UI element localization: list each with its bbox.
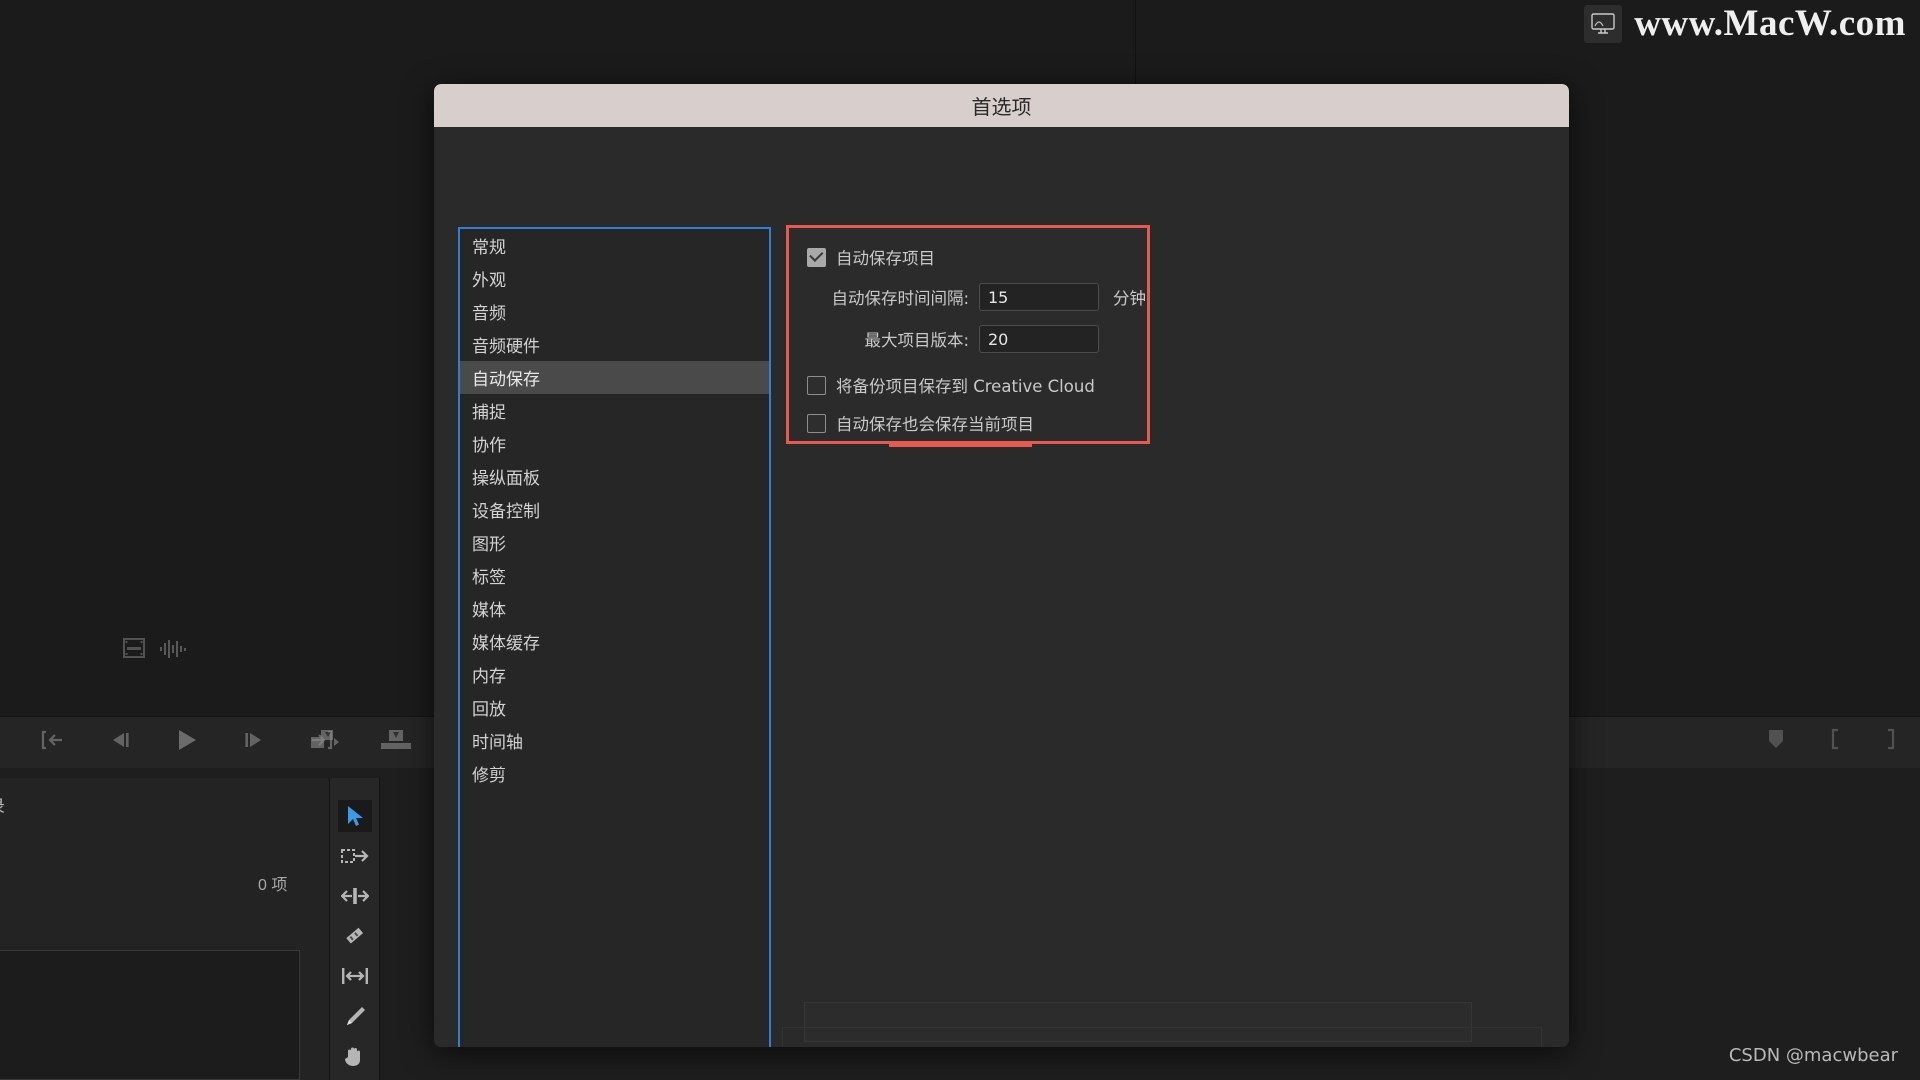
preferences-dialog: 首选项 常规 外观 音频 音频硬件 自动保存 捕捉 协作 操纵面板 设备控制 图形 标签 媒体 媒体缓存… — [434, 84, 1569, 1047]
ripple-edit-tool[interactable] — [338, 880, 372, 912]
autosave-projects-checkbox[interactable] — [807, 247, 826, 267]
overwrite-icon[interactable] — [380, 728, 412, 755]
tools-panel — [330, 778, 380, 1080]
preferences-category-item[interactable]: 音频硬件 — [460, 328, 769, 361]
max-versions-label: 最大项目版本: — [864, 331, 969, 350]
step-forward-icon[interactable] — [242, 731, 266, 754]
autosave-projects-row[interactable]: 自动保存项目 — [789, 245, 1147, 269]
screen: 录 0 项 — [0, 0, 1920, 1080]
dialog-titlebar: 首选项 — [434, 84, 1569, 127]
project-item-count: 0 项 — [258, 877, 288, 894]
play-icon[interactable] — [174, 728, 200, 757]
hand-tool[interactable] — [338, 1040, 372, 1072]
preferences-category-list[interactable]: 常规 外观 音频 音频硬件 自动保存 捕捉 协作 操纵面板 设备控制 图形 标签 媒体 媒体缓存 内存 回放… — [458, 227, 771, 1047]
autosave-interval-row: 自动保存时间间隔: 15 分钟 — [789, 283, 1147, 311]
razor-tool[interactable] — [338, 920, 372, 952]
mark-out-icon[interactable] — [1884, 728, 1898, 755]
preferences-category-item[interactable]: 时间轴 — [460, 724, 769, 757]
backup-to-cc-row[interactable]: 将备份项目保存到 Creative Cloud — [789, 373, 1147, 397]
preferences-category-item[interactable]: 常规 — [460, 229, 769, 262]
macw-watermark: www.MacW.com — [1584, 2, 1906, 45]
autosave-interval-input[interactable]: 15 — [979, 283, 1099, 311]
autosave-current-row[interactable]: 自动保存也会保存当前项目 — [789, 411, 1147, 435]
audio-waveform-icon[interactable] — [160, 640, 188, 663]
backup-to-creative-cloud-label: 将备份项目保存到 Creative Cloud — [836, 377, 1095, 396]
preferences-category-item[interactable]: 音频 — [460, 295, 769, 328]
preferences-category-item[interactable]: 捕捉 — [460, 394, 769, 427]
go-to-in-point-icon[interactable] — [40, 730, 66, 755]
preferences-category-item[interactable]: 回放 — [460, 691, 769, 724]
autosave-interval-label: 自动保存时间间隔: — [831, 289, 969, 308]
film-strip-icon[interactable] — [123, 638, 145, 663]
autosave-projects-label: 自动保存项目 — [836, 249, 935, 268]
autosave-settings-panel: 自动保存项目 自动保存时间间隔: 15 分钟 最大项目版本: 20 将备份项目保… — [786, 225, 1150, 444]
program-monitor-right-icons — [1766, 728, 1898, 755]
selection-tool[interactable] — [338, 800, 372, 832]
pen-tool[interactable] — [338, 1000, 372, 1032]
preferences-category-item[interactable]: 外观 — [460, 262, 769, 295]
preferences-category-item[interactable]: 标签 — [460, 559, 769, 592]
macw-watermark-text: www.MacW.com — [1634, 3, 1906, 44]
preferences-category-item[interactable]: 协作 — [460, 427, 769, 460]
csdn-watermark: CSDN @macwbear — [1728, 1045, 1898, 1066]
preferences-category-item[interactable]: 修剪 — [460, 757, 769, 790]
dialog-body: 常规 外观 音频 音频硬件 自动保存 捕捉 协作 操纵面板 设备控制 图形 标签 媒体 媒体缓存 内存 回放… — [434, 127, 1569, 1047]
slip-tool[interactable] — [338, 960, 372, 992]
backup-to-creative-cloud-checkbox[interactable] — [807, 375, 826, 395]
max-versions-input[interactable]: 20 — [979, 325, 1099, 353]
mark-in-icon[interactable] — [1828, 728, 1842, 755]
monitor-icon — [1584, 4, 1623, 43]
project-panel-title: 录 — [0, 792, 6, 817]
max-versions-row: 最大项目版本: 20 — [789, 325, 1147, 353]
preferences-category-item[interactable]: 媒体 — [460, 592, 769, 625]
preferences-category-item[interactable]: 媒体缓存 — [460, 625, 769, 658]
autosave-interval-unit: 分钟 — [1113, 289, 1146, 308]
project-item-area[interactable] — [0, 950, 300, 1080]
preferences-category-item[interactable]: 操纵面板 — [460, 460, 769, 493]
dialog-footer-frame-outer — [782, 1027, 1542, 1047]
preferences-category-item[interactable]: 内存 — [460, 658, 769, 691]
marker-icon[interactable] — [1766, 728, 1786, 755]
track-select-forward-tool[interactable] — [338, 840, 372, 872]
insert-icon[interactable] — [310, 728, 340, 755]
autosave-current-project-label: 自动保存也会保存当前项目 — [836, 415, 1034, 434]
preferences-category-item[interactable]: 自动保存 — [460, 361, 769, 394]
dialog-title: 首选项 — [971, 95, 1032, 119]
transport-controls — [40, 728, 334, 757]
autosave-current-project-checkbox[interactable] — [807, 413, 826, 433]
step-back-icon[interactable] — [108, 731, 132, 754]
preferences-category-item[interactable]: 设备控制 — [460, 493, 769, 526]
preferences-category-item[interactable]: 图形 — [460, 526, 769, 559]
